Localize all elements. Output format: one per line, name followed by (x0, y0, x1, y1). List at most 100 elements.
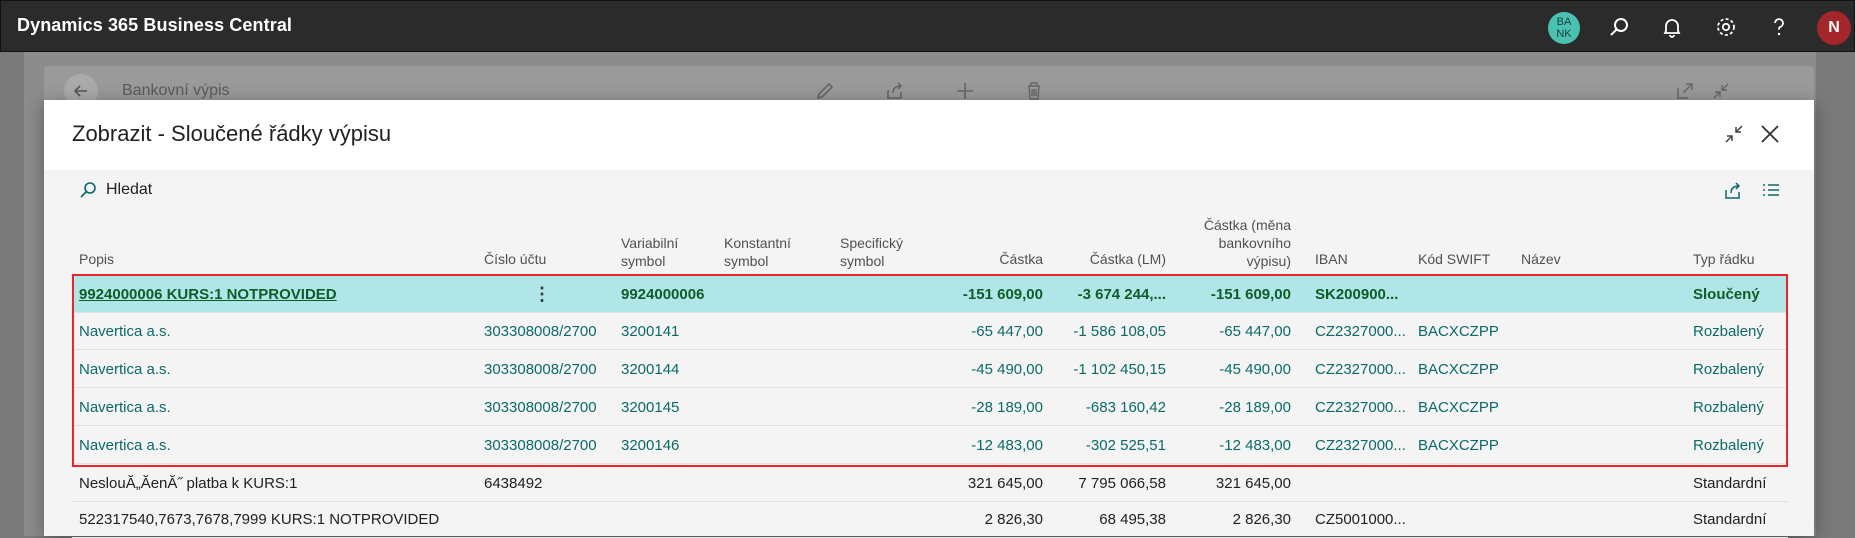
cell-typ: Standardní (1693, 475, 1767, 492)
dialog-title: Zobrazit - Sloučené řádky výpisu (72, 121, 392, 146)
table-row[interactable]: NeslouĂ„ĂenĂ˝ platba k KURS:1 6438492 321 … (72, 465, 1788, 502)
col-header-specificky-symbol[interactable]: Specifický symbol (840, 234, 920, 270)
cell-cislo[interactable]: 303308008/2700 (484, 427, 614, 464)
share-icon[interactable] (1722, 180, 1744, 202)
col-header-swift[interactable]: Kód SWIFT (1418, 250, 1490, 268)
cell-popis[interactable]: NeslouĂ„ĂenĂ˝ platba k KURS:1 (79, 465, 519, 502)
cell-castka_lm: -1 586 108,05 (1073, 323, 1166, 340)
table-row[interactable]: 9924000006 KURS:1 NOTPROVIDED 9924000006 -… (72, 276, 1788, 313)
cell-typ: Rozbalený (1693, 437, 1764, 454)
cell-cislo[interactable]: 303308008/2700 (484, 389, 614, 426)
plus-icon[interactable] (954, 80, 976, 102)
table-row[interactable]: 522317540,7673,7678,7999 KURS:1 NOTPROVI… (72, 501, 1788, 538)
search-icon[interactable] (1607, 15, 1631, 39)
bell-icon[interactable] (1660, 15, 1684, 39)
cell-nazev (1521, 276, 1621, 313)
cell-castka_lm: 68 495,38 (1099, 511, 1166, 528)
cell-iban: CZ2327000... (1315, 437, 1406, 454)
edit-icon[interactable] (814, 80, 836, 102)
cell-castka_mena: -151 609,00 (1210, 286, 1291, 303)
cell-typ: Rozbalený (1693, 361, 1764, 378)
cell-castka_lm: -3 674 244,... (1077, 286, 1166, 303)
cell-popis[interactable]: Navertica a.s. (79, 351, 519, 388)
cell-iban: SK200900... (1315, 286, 1399, 303)
cell-castka: -12 483,00 (971, 437, 1043, 454)
col-header-castka-lm[interactable]: Částka (LM) (1043, 250, 1166, 268)
cell-popis[interactable]: 9924000006 KURS:1 NOTPROVIDED (79, 276, 519, 313)
cell-ks (724, 389, 824, 426)
cell-castka_mena: 321 645,00 (1215, 475, 1291, 492)
table-row[interactable]: Navertica a.s. 303308008/2700 3200145 -28 1… (72, 389, 1788, 426)
col-header-nazev[interactable]: Název (1521, 250, 1561, 268)
cell-swift: BACXCZPP (1418, 361, 1499, 378)
background-page-title: Bankovní výpis (122, 82, 230, 99)
table-row[interactable]: Navertica a.s. 303308008/2700 3200146 -12 4… (72, 427, 1788, 464)
cell-popis[interactable]: Navertica a.s. (79, 313, 519, 350)
list-view-icon[interactable] (1760, 180, 1782, 202)
col-header-iban[interactable]: IBAN (1315, 250, 1348, 268)
app-title[interactable]: Dynamics 365 Business Central (17, 15, 292, 36)
cell-popis[interactable]: Navertica a.s. (79, 389, 519, 426)
cell-nazev (1521, 389, 1621, 426)
cell-cislo[interactable]: 303308008/2700 (484, 313, 614, 350)
cell-castka: -45 490,00 (971, 361, 1043, 378)
close-icon[interactable] (1758, 122, 1782, 146)
open-new-window-icon[interactable] (1674, 80, 1696, 102)
cell-swift: BACXCZPP (1418, 437, 1499, 454)
cell-cislo[interactable]: 303308008/2700 (484, 351, 614, 388)
collapse-icon[interactable] (1710, 80, 1732, 102)
cell-castka_mena: 2 826,30 (1232, 511, 1291, 528)
search-label: Hledat (106, 181, 153, 198)
cell-ks (724, 313, 824, 350)
cell-castka_mena: -28 189,00 (1219, 399, 1291, 416)
cell-castka_lm: -302 525,51 (1085, 437, 1166, 454)
cell-typ: Standardní (1693, 511, 1767, 528)
cell-vs: 3200141 (621, 323, 680, 340)
cell-iban (1315, 465, 1415, 502)
company-badge[interactable]: BA NK (1548, 12, 1580, 44)
cell-ks (724, 427, 824, 464)
cell-castka_lm: -683 160,42 (1085, 399, 1166, 416)
share-icon[interactable] (884, 80, 906, 102)
cell-vs: 3200144 (621, 361, 680, 378)
cell-castka_lm: -1 102 450,15 (1073, 361, 1166, 378)
gear-icon[interactable] (1714, 15, 1738, 39)
cell-swift: BACXCZPP (1418, 323, 1499, 340)
cell-castka_lm: 7 795 066,58 (1078, 475, 1166, 492)
cell-iban: CZ2327000... (1315, 361, 1406, 378)
cell-vs: 9924000006 (621, 286, 705, 303)
cell-cislo[interactable] (484, 501, 614, 538)
user-avatar[interactable]: N (1817, 11, 1851, 45)
col-header-castka-mena[interactable]: Částka (měna bankovního výpisu) (1193, 216, 1291, 270)
col-header-variabilni-symbol[interactable]: Variabilní symbol (621, 234, 691, 270)
col-header-cislo-uctu[interactable]: Číslo účtu (484, 250, 546, 268)
cell-castka_mena: -45 490,00 (1219, 361, 1291, 378)
cell-vs: 3200145 (621, 399, 680, 416)
collapse-icon[interactable] (1722, 122, 1746, 146)
cell-ks (724, 276, 824, 313)
table-row[interactable]: Navertica a.s. 303308008/2700 3200141 -65 4… (72, 313, 1788, 350)
row-actions-icon[interactable]: ⋮ (533, 276, 551, 313)
col-header-konstantni-symbol[interactable]: Konstantní symbol (724, 234, 804, 270)
col-header-popis[interactable]: Popis (79, 250, 114, 268)
cell-ks (724, 351, 824, 388)
cell-castka: 2 826,30 (984, 511, 1043, 528)
help-icon[interactable] (1767, 15, 1791, 39)
cell-popis[interactable]: 522317540,7673,7678,7999 KURS:1 NOTPROVI… (79, 501, 519, 538)
cell-vs: 3200146 (621, 437, 680, 454)
col-header-typ[interactable]: Typ řádku (1693, 250, 1754, 268)
cell-swift: BACXCZPP (1418, 399, 1499, 416)
cell-nazev (1521, 427, 1621, 464)
cell-nazev (1521, 501, 1621, 538)
table-row[interactable]: Navertica a.s. 303308008/2700 3200144 -45 4… (72, 351, 1788, 388)
arrow-left-icon (73, 85, 87, 97)
cell-ks (724, 501, 824, 538)
cell-castka_mena: -65 447,00 (1219, 323, 1291, 340)
cell-iban: CZ2327000... (1315, 323, 1406, 340)
cell-vs (621, 501, 721, 538)
delete-icon[interactable] (1023, 80, 1045, 102)
search-button[interactable]: Hledat (78, 180, 152, 200)
col-header-castka[interactable]: Částka (920, 250, 1043, 268)
cell-popis[interactable]: Navertica a.s. (79, 427, 519, 464)
cell-cislo[interactable]: 6438492 (484, 465, 614, 502)
